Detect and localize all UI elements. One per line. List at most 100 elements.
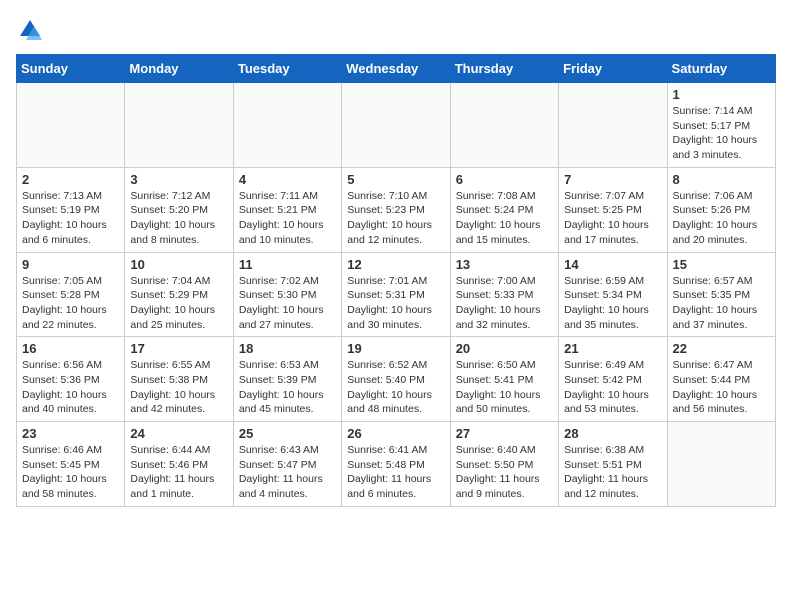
calendar-week-row: 1 Sunrise: 7:14 AM Sunset: 5:17 PM Daylig… [17,83,776,168]
day-info: Sunrise: 7:07 AM Sunset: 5:25 PM Dayligh… [564,189,661,248]
day-number: 22 [673,341,770,356]
day-number: 27 [456,426,553,441]
day-info: Sunrise: 6:53 AM Sunset: 5:39 PM Dayligh… [239,358,336,417]
calendar-day-cell: 7 Sunrise: 7:07 AM Sunset: 5:25 PM Daylig… [559,167,667,252]
calendar-day-cell: 20 Sunrise: 6:50 AM Sunset: 5:41 PM Dayli… [450,337,558,422]
calendar-day-cell: 8 Sunrise: 7:06 AM Sunset: 5:26 PM Daylig… [667,167,775,252]
calendar-week-row: 23 Sunrise: 6:46 AM Sunset: 5:45 PM Dayli… [17,422,776,507]
day-info: Sunrise: 6:38 AM Sunset: 5:51 PM Dayligh… [564,443,661,502]
day-info: Sunrise: 7:11 AM Sunset: 5:21 PM Dayligh… [239,189,336,248]
day-number: 2 [22,172,119,187]
day-number: 21 [564,341,661,356]
day-info: Sunrise: 6:50 AM Sunset: 5:41 PM Dayligh… [456,358,553,417]
day-of-week-header: Sunday [17,55,125,83]
calendar-day-cell: 17 Sunrise: 6:55 AM Sunset: 5:38 PM Dayli… [125,337,233,422]
calendar-day-cell [559,83,667,168]
day-info: Sunrise: 7:08 AM Sunset: 5:24 PM Dayligh… [456,189,553,248]
day-info: Sunrise: 6:59 AM Sunset: 5:34 PM Dayligh… [564,274,661,333]
calendar-table: SundayMondayTuesdayWednesdayThursdayFrid… [16,54,776,507]
day-info: Sunrise: 6:57 AM Sunset: 5:35 PM Dayligh… [673,274,770,333]
calendar-day-cell: 6 Sunrise: 7:08 AM Sunset: 5:24 PM Daylig… [450,167,558,252]
day-number: 8 [673,172,770,187]
calendar-day-cell: 21 Sunrise: 6:49 AM Sunset: 5:42 PM Dayli… [559,337,667,422]
calendar-day-cell: 24 Sunrise: 6:44 AM Sunset: 5:46 PM Dayli… [125,422,233,507]
calendar-day-cell: 9Sunrise: 7:05 AM Sunset: 5:28 PM Daylig… [17,252,125,337]
calendar-day-cell [125,83,233,168]
day-number: 17 [130,341,227,356]
day-info: Sunrise: 6:40 AM Sunset: 5:50 PM Dayligh… [456,443,553,502]
calendar-day-cell: 28 Sunrise: 6:38 AM Sunset: 5:51 PM Dayli… [559,422,667,507]
calendar-day-cell: 12Sunrise: 7:01 AM Sunset: 5:31 PM Dayli… [342,252,450,337]
day-number: 10 [130,257,227,272]
day-info: Sunrise: 7:12 AM Sunset: 5:20 PM Dayligh… [130,189,227,248]
calendar-header-row: SundayMondayTuesdayWednesdayThursdayFrid… [17,55,776,83]
calendar-day-cell [667,422,775,507]
day-info: Sunrise: 7:02 AM Sunset: 5:30 PM Dayligh… [239,274,336,333]
day-number: 5 [347,172,444,187]
day-number: 15 [673,257,770,272]
day-info: Sunrise: 6:43 AM Sunset: 5:47 PM Dayligh… [239,443,336,502]
calendar-day-cell: 18Sunrise: 6:53 AM Sunset: 5:39 PM Dayli… [233,337,341,422]
day-number: 1 [673,87,770,102]
day-number: 19 [347,341,444,356]
day-number: 16 [22,341,119,356]
day-number: 6 [456,172,553,187]
day-info: Sunrise: 6:49 AM Sunset: 5:42 PM Dayligh… [564,358,661,417]
day-number: 14 [564,257,661,272]
day-of-week-header: Monday [125,55,233,83]
calendar-week-row: 9Sunrise: 7:05 AM Sunset: 5:28 PM Daylig… [17,252,776,337]
day-info: Sunrise: 7:06 AM Sunset: 5:26 PM Dayligh… [673,189,770,248]
day-of-week-header: Saturday [667,55,775,83]
calendar-week-row: 16 Sunrise: 6:56 AM Sunset: 5:36 PM Dayli… [17,337,776,422]
calendar-day-cell [342,83,450,168]
day-number: 28 [564,426,661,441]
calendar-day-cell: 1 Sunrise: 7:14 AM Sunset: 5:17 PM Daylig… [667,83,775,168]
day-number: 7 [564,172,661,187]
day-of-week-header: Thursday [450,55,558,83]
day-info: Sunrise: 7:05 AM Sunset: 5:28 PM Dayligh… [22,274,119,333]
day-info: Sunrise: 6:52 AM Sunset: 5:40 PM Dayligh… [347,358,444,417]
calendar-day-cell: 23 Sunrise: 6:46 AM Sunset: 5:45 PM Dayli… [17,422,125,507]
calendar-week-row: 2 Sunrise: 7:13 AM Sunset: 5:19 PM Daylig… [17,167,776,252]
day-info: Sunrise: 7:14 AM Sunset: 5:17 PM Dayligh… [673,104,770,163]
day-number: 3 [130,172,227,187]
logo-icon [16,16,44,44]
day-info: Sunrise: 7:00 AM Sunset: 5:33 PM Dayligh… [456,274,553,333]
calendar-day-cell: 27 Sunrise: 6:40 AM Sunset: 5:50 PM Dayli… [450,422,558,507]
day-of-week-header: Wednesday [342,55,450,83]
calendar-day-cell: 14 Sunrise: 6:59 AM Sunset: 5:34 PM Dayli… [559,252,667,337]
calendar-day-cell: 5Sunrise: 7:10 AM Sunset: 5:23 PM Daylig… [342,167,450,252]
page-header [16,16,776,44]
calendar-day-cell: 3 Sunrise: 7:12 AM Sunset: 5:20 PM Daylig… [125,167,233,252]
calendar-day-cell: 13 Sunrise: 7:00 AM Sunset: 5:33 PM Dayli… [450,252,558,337]
calendar-day-cell: 10 Sunrise: 7:04 AM Sunset: 5:29 PM Dayli… [125,252,233,337]
calendar-day-cell: 22 Sunrise: 6:47 AM Sunset: 5:44 PM Dayli… [667,337,775,422]
calendar-day-cell: 26 Sunrise: 6:41 AM Sunset: 5:48 PM Dayli… [342,422,450,507]
day-info: Sunrise: 6:46 AM Sunset: 5:45 PM Dayligh… [22,443,119,502]
day-number: 26 [347,426,444,441]
calendar-day-cell [450,83,558,168]
day-info: Sunrise: 6:44 AM Sunset: 5:46 PM Dayligh… [130,443,227,502]
day-info: Sunrise: 6:47 AM Sunset: 5:44 PM Dayligh… [673,358,770,417]
calendar-day-cell [233,83,341,168]
day-number: 23 [22,426,119,441]
day-number: 12 [347,257,444,272]
day-number: 4 [239,172,336,187]
day-number: 20 [456,341,553,356]
day-number: 24 [130,426,227,441]
day-of-week-header: Friday [559,55,667,83]
calendar-day-cell: 25 Sunrise: 6:43 AM Sunset: 5:47 PM Dayli… [233,422,341,507]
day-info: Sunrise: 7:13 AM Sunset: 5:19 PM Dayligh… [22,189,119,248]
day-number: 11 [239,257,336,272]
calendar-day-cell: 15 Sunrise: 6:57 AM Sunset: 5:35 PM Dayli… [667,252,775,337]
calendar-day-cell: 19 Sunrise: 6:52 AM Sunset: 5:40 PM Dayli… [342,337,450,422]
calendar-day-cell: 2 Sunrise: 7:13 AM Sunset: 5:19 PM Daylig… [17,167,125,252]
logo [16,16,48,44]
day-number: 13 [456,257,553,272]
day-number: 25 [239,426,336,441]
day-info: Sunrise: 7:04 AM Sunset: 5:29 PM Dayligh… [130,274,227,333]
day-info: Sunrise: 6:41 AM Sunset: 5:48 PM Dayligh… [347,443,444,502]
calendar-day-cell: 11 Sunrise: 7:02 AM Sunset: 5:30 PM Dayli… [233,252,341,337]
day-info: Sunrise: 6:56 AM Sunset: 5:36 PM Dayligh… [22,358,119,417]
day-info: Sunrise: 6:55 AM Sunset: 5:38 PM Dayligh… [130,358,227,417]
